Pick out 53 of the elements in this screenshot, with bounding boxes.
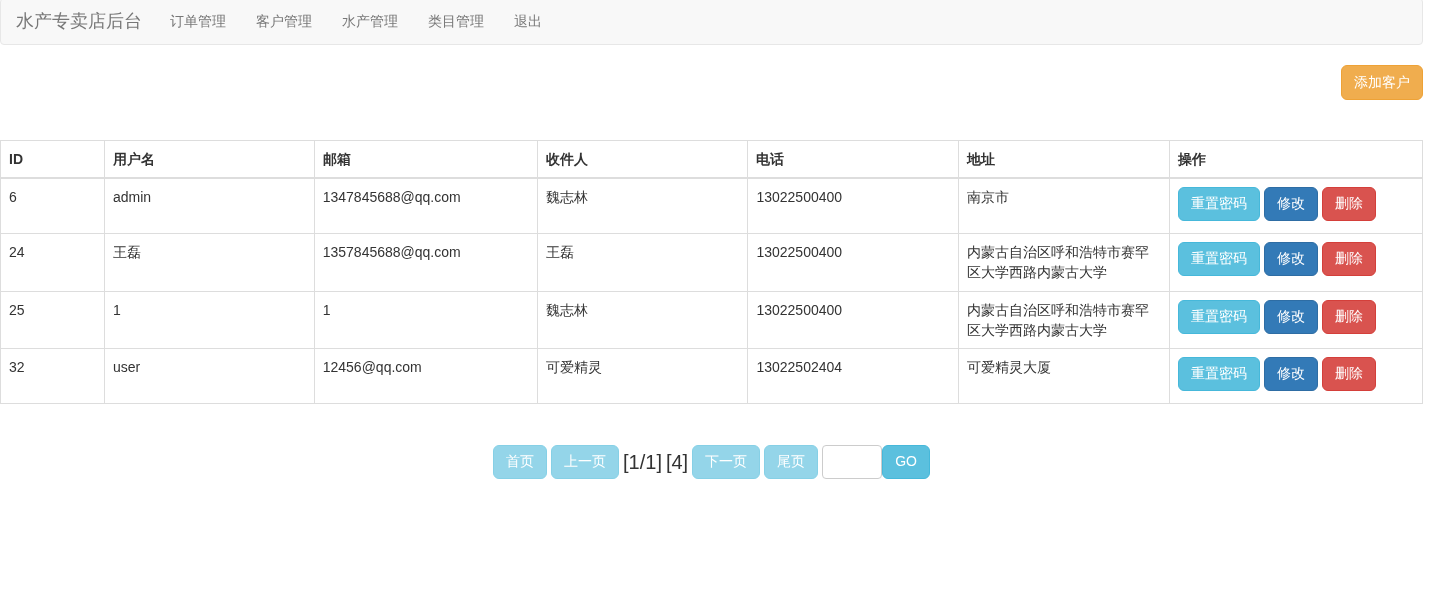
table-cell: 魏志林 xyxy=(537,291,748,349)
table-cell: 13022500400 xyxy=(747,233,959,292)
nav-link[interactable]: 退出 xyxy=(514,11,542,32)
table-cell: 内蒙古自治区呼和浩特市赛罕区大学西路内蒙古大学 xyxy=(958,291,1170,349)
table-cell: 24 xyxy=(0,233,105,292)
edit-button[interactable]: 修改 xyxy=(1264,299,1319,334)
total-count: [4] xyxy=(665,450,689,476)
page-input-field[interactable] xyxy=(822,445,883,480)
page-indicator: [1/1] xyxy=(623,450,662,476)
column-header: 邮箱 xyxy=(314,140,538,179)
nav-link[interactable]: 客户管理 xyxy=(256,11,312,32)
table-cell: admin xyxy=(104,178,315,234)
nav-link[interactable]: 类目管理 xyxy=(428,11,484,32)
table-cell: 王磊 xyxy=(104,233,315,292)
reset-password-button[interactable]: 重置密码 xyxy=(1178,299,1261,334)
table-cell: 1357845688@qq.com xyxy=(314,233,538,292)
delete-button[interactable]: 删除 xyxy=(1322,242,1377,277)
delete-button[interactable]: 删除 xyxy=(1322,357,1377,392)
nav-link[interactable]: 水产管理 xyxy=(342,11,398,32)
table-cell: 13022502404 xyxy=(747,348,959,404)
edit-button[interactable]: 修改 xyxy=(1264,242,1319,277)
delete-button[interactable]: 删除 xyxy=(1322,299,1377,334)
reset-password-button[interactable]: 重置密码 xyxy=(1178,187,1261,222)
reset-password-button[interactable]: 重置密码 xyxy=(1178,357,1261,392)
column-header: 操作 xyxy=(1169,140,1423,179)
table-cell: 32 xyxy=(0,348,105,404)
column-header: 收件人 xyxy=(537,140,748,179)
column-header: ID xyxy=(0,140,105,179)
table-cell: 可爱精灵 xyxy=(537,348,748,404)
nav-link[interactable]: 订单管理 xyxy=(170,11,226,32)
table-cell: 南京市 xyxy=(958,178,1170,234)
edit-button[interactable]: 修改 xyxy=(1264,357,1319,392)
table-cell: 王磊 xyxy=(537,233,748,292)
edit-button[interactable]: 修改 xyxy=(1264,187,1319,222)
delete-button[interactable]: 删除 xyxy=(1322,187,1377,222)
table-cell: 魏志林 xyxy=(537,178,748,234)
go-button[interactable]: GO xyxy=(882,445,930,480)
table-cell: 13022500400 xyxy=(747,291,959,349)
reset-password-button[interactable]: 重置密码 xyxy=(1178,242,1261,277)
table-cell: 25 xyxy=(0,291,105,349)
table-cell: 12456@qq.com xyxy=(314,348,538,404)
table-cell: 13022500400 xyxy=(747,178,959,234)
column-header: 地址 xyxy=(958,140,1170,179)
table-cell: 1 xyxy=(314,291,538,349)
table-cell: user xyxy=(104,348,315,404)
table-cell: 6 xyxy=(0,178,105,234)
table-cell: 内蒙古自治区呼和浩特市赛罕区大学西路内蒙古大学 xyxy=(958,233,1170,292)
table-cell: 可爱精灵大厦 xyxy=(958,348,1170,404)
table-cell: 1347845688@qq.com xyxy=(314,178,538,234)
table-cell: 1 xyxy=(104,291,315,349)
column-header: 电话 xyxy=(747,140,959,179)
brand-title[interactable]: 水产专卖店后台 xyxy=(16,8,142,35)
column-header: 用户名 xyxy=(104,140,315,179)
